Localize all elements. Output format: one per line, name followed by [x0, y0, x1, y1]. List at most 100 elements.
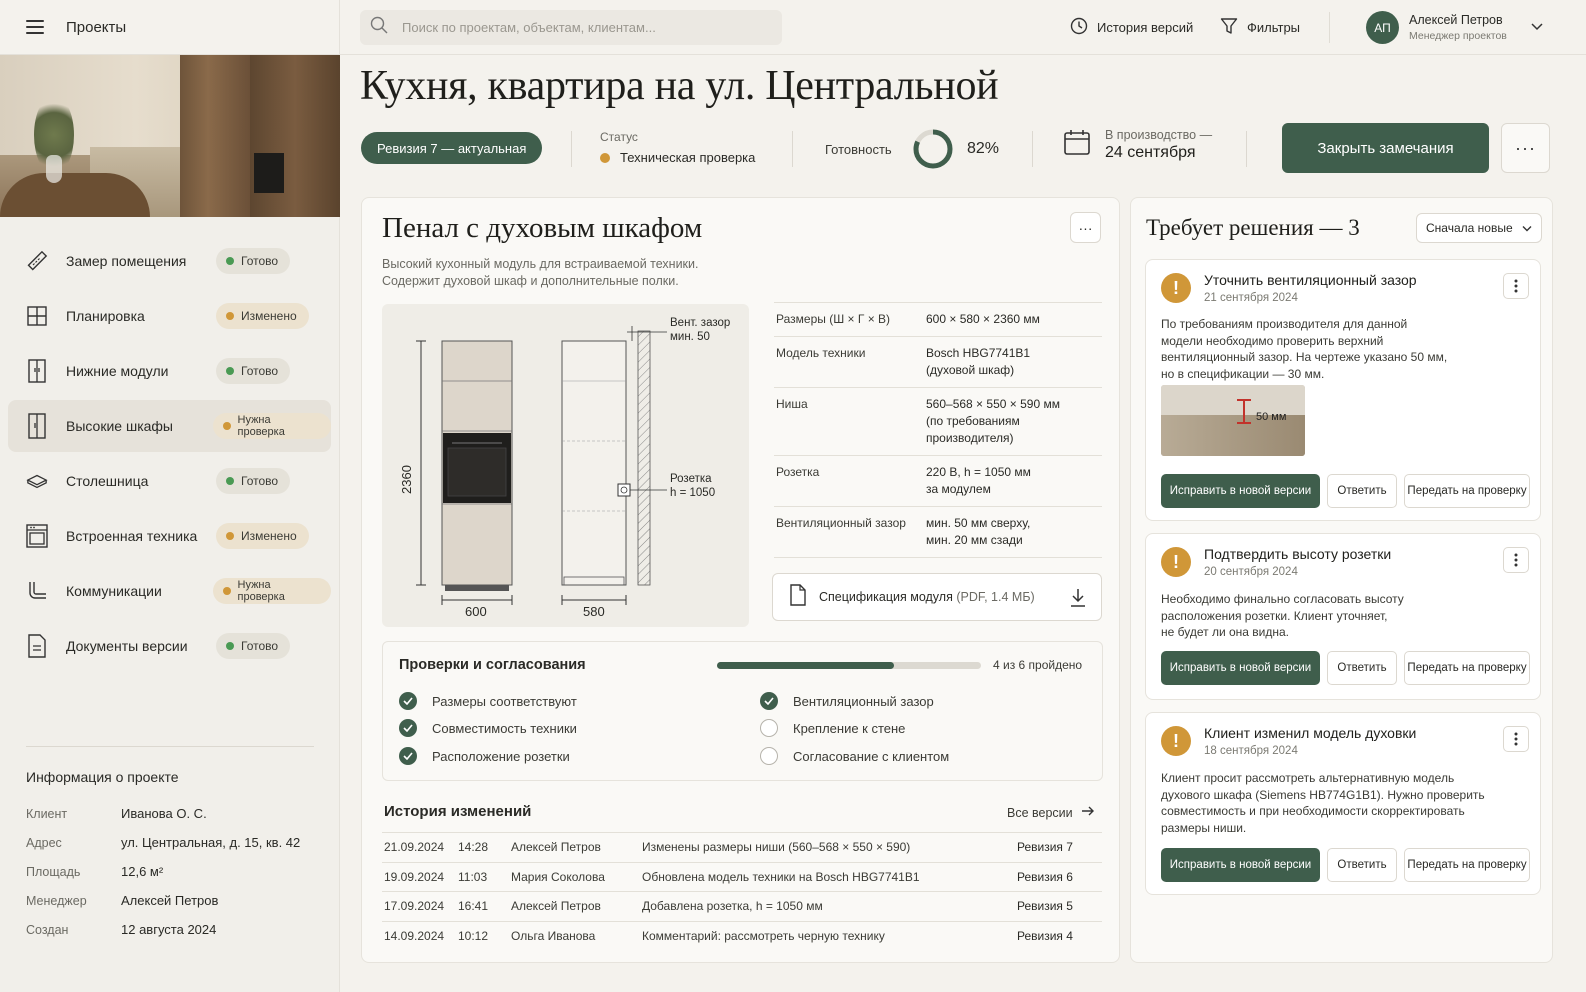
project-photo — [0, 55, 340, 217]
issue-actions: Исправить в новой версии Ответить Переда… — [1161, 474, 1530, 508]
fix-in-new-version-button[interactable]: Исправить в новой версии — [1161, 651, 1320, 685]
divider — [571, 131, 572, 167]
sidebar-item-label: Нижние модули — [66, 363, 169, 379]
chevron-down-icon[interactable] — [1530, 20, 1544, 39]
chevron-down-icon — [1522, 226, 1532, 232]
status-badge: Готово — [216, 358, 291, 384]
download-icon[interactable] — [1069, 588, 1087, 613]
module-more-button[interactable]: ··· — [1070, 212, 1101, 243]
reply-button[interactable]: Ответить — [1327, 651, 1397, 685]
divider — [1246, 131, 1247, 167]
sidebar-item-layout[interactable]: Планировка Изменено — [8, 290, 331, 342]
user-info[interactable]: Алексей Петров Менеджер проектов — [1409, 13, 1507, 42]
more-icon: ··· — [1078, 219, 1093, 236]
send-to-review-button[interactable]: Передать на проверку — [1404, 848, 1530, 882]
check-item[interactable]: Размеры соответствуют — [399, 692, 577, 710]
status-badge: Готово — [216, 468, 291, 494]
issue-actions: Исправить в новой версии Ответить Переда… — [1161, 651, 1530, 685]
calendar-icon — [1063, 128, 1091, 162]
info-row: Адрес ул. Центральная, д. 15, кв. 42 — [26, 835, 301, 850]
check-circle-icon — [399, 747, 417, 765]
history-title: История изменений — [384, 803, 532, 820]
check-circle-icon — [760, 692, 778, 710]
more-icon: ··· — [1515, 137, 1536, 158]
send-to-review-button[interactable]: Передать на проверку — [1404, 651, 1530, 685]
checks-progress-text: 4 из 6 пройдено — [993, 658, 1083, 672]
issue-title: Клиент изменил модель духовки — [1204, 725, 1417, 741]
fix-in-new-version-button[interactable]: Исправить в новой версии — [1161, 848, 1320, 882]
module-card: Пенал с духовым шкафом ··· Высокий кухон… — [361, 197, 1120, 963]
table-row[interactable]: 21.09.2024 14:28 Алексей Петров Изменены ра… — [382, 832, 1102, 862]
close-remarks-button[interactable]: Закрыть замечания — [1282, 123, 1489, 173]
sidebar-item-documents[interactable]: Документы версии Готово — [8, 620, 331, 672]
socket-note: Розетка h = 1050 — [670, 473, 716, 499]
kebab-menu-icon[interactable] — [1503, 547, 1529, 573]
table-row[interactable]: 14.09.2024 10:12 Ольга Иванова Комментарий:… — [382, 920, 1102, 951]
issue-card: ! Подтвердить высоту розетки 20 сентября… — [1145, 533, 1541, 700]
issue-date: 21 сентября 2024 — [1204, 292, 1298, 304]
search-input[interactable] — [402, 20, 762, 35]
check-item[interactable]: Крепление к стене — [760, 719, 905, 737]
checks-progress-fill — [717, 662, 894, 669]
readiness-value: 82% — [967, 140, 1000, 157]
all-versions-link[interactable]: Все версии — [1007, 805, 1095, 820]
spec-file-download[interactable]: Спецификация модуля (PDF, 1.4 МБ) — [772, 573, 1102, 621]
table-row[interactable]: 19.09.2024 11:03 Мария Соколова Обновлена м… — [382, 861, 1102, 892]
check-item[interactable]: Расположение розетки — [399, 747, 570, 765]
oven-icon — [26, 524, 48, 548]
issue-photo[interactable]: 50 мм — [1161, 385, 1305, 456]
issue-actions: Исправить в новой версии Ответить Переда… — [1161, 848, 1530, 882]
project-info: Информация о проекте Клиент Иванова О. С.… — [26, 746, 314, 944]
warning-icon: ! — [1161, 273, 1191, 303]
warning-icon: ! — [1161, 547, 1191, 577]
check-circle-icon — [399, 692, 417, 710]
status-value: Техническая проверка — [600, 150, 755, 165]
fix-in-new-version-button[interactable]: Исправить в новой версии — [1161, 474, 1320, 508]
kebab-menu-icon[interactable] — [1503, 726, 1529, 752]
module-description: Высокий кухонный модуль для встраиваемой… — [382, 257, 699, 288]
revision-badge[interactable]: Ревизия 7 — актуальная — [361, 132, 543, 164]
empty-circle-icon — [760, 719, 778, 737]
status-dot — [600, 152, 610, 163]
arrow-right-icon — [1081, 805, 1095, 820]
check-item[interactable]: Согласование с клиентом — [760, 747, 949, 765]
spec-table: Размеры (Ш × Г × В) 600 × 580 × 2360 мм М… — [774, 302, 1102, 558]
filter-icon — [1220, 17, 1238, 38]
issue-date: 20 сентября 2024 — [1204, 566, 1298, 578]
height-dimension: 2360 — [398, 465, 414, 494]
divider — [792, 131, 793, 167]
sidebar-item-appliances[interactable]: Встроенная техника Изменено — [8, 510, 331, 562]
divider — [1329, 12, 1330, 43]
info-row: Клиент Иванова О. С. — [26, 806, 207, 821]
sidebar-header: Проекты — [0, 0, 339, 55]
sidebar-item-utilities[interactable]: Коммуникации Нужна проверка — [8, 565, 331, 617]
reply-button[interactable]: Ответить — [1327, 848, 1397, 882]
filters-button[interactable]: Фильтры — [1220, 17, 1300, 38]
sidebar-item-countertop[interactable]: Столешница Готово — [8, 455, 331, 507]
sidebar-item-label: Планировка — [66, 308, 145, 324]
search-box[interactable] — [360, 10, 782, 45]
table-row[interactable]: 17.09.2024 16:41 Алексей Петров Добавлена р… — [382, 891, 1102, 921]
checks-progress-bar — [717, 662, 981, 669]
send-to-review-button[interactable]: Передать на проверку — [1404, 474, 1530, 508]
sort-select[interactable]: Сначала новые — [1416, 213, 1542, 243]
menu-icon[interactable] — [26, 20, 44, 34]
reply-button[interactable]: Ответить — [1327, 474, 1397, 508]
check-item[interactable]: Совместимость техники — [399, 719, 577, 737]
sidebar-item-label: Документы версии — [66, 638, 188, 654]
pipe-icon — [26, 580, 48, 602]
check-item[interactable]: Вентиляционный зазор — [760, 692, 934, 710]
sidebar-item-base-modules[interactable]: Нижние модули Готово — [8, 345, 331, 397]
kebab-menu-icon[interactable] — [1503, 273, 1529, 299]
sidebar: Проекты Замер помещения Готово Планировк… — [0, 0, 340, 992]
version-history-button[interactable]: История версий — [1070, 17, 1193, 38]
spec-row: Размеры (Ш × Г × В) 600 × 580 × 2360 мм — [774, 302, 1102, 336]
avatar[interactable]: АП — [1366, 11, 1399, 44]
sidebar-title[interactable]: Проекты — [66, 19, 126, 36]
more-button[interactable]: ··· — [1501, 123, 1550, 173]
sidebar-item-measure[interactable]: Замер помещения Готово — [8, 235, 331, 287]
readiness-label: Готовность — [825, 142, 892, 157]
sidebar-nav: Замер помещения Готово Планировка Измене… — [0, 235, 339, 672]
sidebar-item-tall-cabinets[interactable]: Высокие шкафы Нужна проверка — [8, 400, 331, 452]
status-label: Статус — [600, 130, 638, 144]
